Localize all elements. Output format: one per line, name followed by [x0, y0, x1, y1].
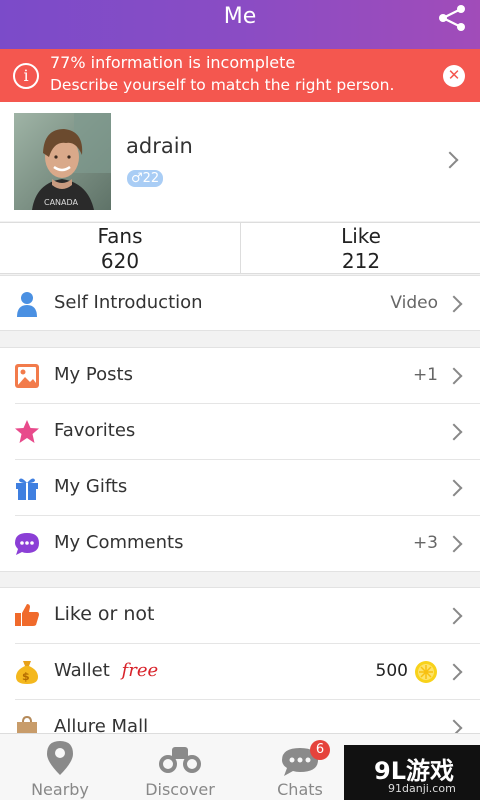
- chevron-right-icon: [445, 663, 463, 681]
- image-icon: [15, 364, 39, 388]
- banner-message: Describe yourself to match the right per…: [50, 76, 395, 94]
- posts-count: +1: [412, 365, 438, 385]
- self-introduction-row[interactable]: Self Introduction Video: [0, 276, 480, 332]
- like-count: 212: [341, 249, 381, 273]
- free-tag: free: [121, 660, 159, 681]
- gender-age-badge: ♂22: [127, 170, 164, 187]
- money-bag-icon: $: [16, 661, 38, 684]
- menu-label: My Posts: [54, 364, 133, 385]
- fans-count: 620: [100, 249, 140, 273]
- wallet-balance: 500: [375, 661, 408, 681]
- fans-label: Fans: [97, 224, 143, 248]
- chevron-right-icon: [441, 151, 459, 169]
- unread-badge: 6: [310, 740, 330, 760]
- fans-stat[interactable]: Fans 620: [0, 223, 240, 273]
- coin-icon: [415, 661, 437, 683]
- menu-label: My Gifts: [54, 476, 128, 497]
- watermark-logo: 9L游戏: [374, 757, 454, 785]
- menu-label: Wallet free: [54, 660, 158, 681]
- svg-text:CANADA: CANADA: [44, 198, 79, 207]
- location-pin-icon: [47, 741, 73, 775]
- menu-item-like-or-not[interactable]: Like or not: [0, 588, 480, 644]
- comments-count: +3: [412, 533, 438, 553]
- incomplete-info-banner[interactable]: i 77% information is incomplete Describe…: [0, 49, 480, 102]
- comment-icon: [15, 533, 39, 555]
- top-bar: Me: [0, 0, 480, 49]
- tab-label: Chats: [277, 780, 323, 799]
- like-stat[interactable]: Like 212: [241, 223, 480, 273]
- menu-item-wallet[interactable]: $ Wallet free 500: [0, 644, 480, 700]
- page-title: Me: [223, 4, 257, 29]
- stats-bar: Fans 620 Like 212: [0, 222, 480, 274]
- tab-label: Discover: [145, 780, 215, 799]
- self-introduction-section: Self Introduction Video: [0, 275, 480, 331]
- self-introduction-label: Self Introduction: [54, 292, 203, 313]
- watermark-url: 91danji.com: [388, 782, 456, 795]
- tab-chats[interactable]: 6 Chats: [240, 734, 360, 800]
- menu-label: Like or not: [54, 603, 155, 625]
- watermark: 9L游戏 91danji.com: [344, 745, 480, 800]
- menu-item-my-posts[interactable]: My Posts +1: [0, 348, 480, 404]
- content-menu-section: My Posts +1 Favorites My Gifts My Commen…: [0, 347, 480, 572]
- wallet-label: Wallet: [54, 660, 110, 681]
- chevron-right-icon: [445, 367, 463, 385]
- chevron-right-icon: [445, 479, 463, 497]
- menu-item-my-gifts[interactable]: My Gifts: [0, 460, 480, 516]
- tab-nearby[interactable]: Nearby: [0, 734, 120, 800]
- share-button[interactable]: [436, 4, 468, 32]
- banner-title: 77% information is incomplete: [50, 53, 296, 72]
- svg-text:$: $: [22, 670, 30, 683]
- chevron-right-icon: [445, 295, 463, 313]
- like-label: Like: [341, 224, 381, 248]
- close-banner-button[interactable]: ✕: [443, 65, 465, 87]
- gift-icon: [16, 478, 38, 500]
- profile-card[interactable]: CANADA adrain ♂22: [0, 102, 480, 221]
- self-introduction-value: Video: [390, 293, 438, 313]
- binoculars-icon: [159, 747, 201, 773]
- menu-item-my-comments[interactable]: My Comments +3: [0, 516, 480, 572]
- chevron-right-icon: [445, 607, 463, 625]
- tab-discover[interactable]: Discover: [120, 734, 240, 800]
- menu-label: My Comments: [54, 532, 184, 553]
- chevron-right-icon: [445, 535, 463, 553]
- thumbs-up-icon: [15, 604, 39, 626]
- tab-label: Nearby: [31, 780, 89, 799]
- avatar[interactable]: CANADA: [14, 113, 111, 210]
- chevron-right-icon: [445, 423, 463, 441]
- menu-item-favorites[interactable]: Favorites: [0, 404, 480, 460]
- username: adrain: [126, 134, 193, 158]
- info-icon: i: [13, 63, 39, 89]
- account-menu-section: Like or not $ Wallet free 500 Allure Mal…: [0, 587, 480, 740]
- share-icon: [439, 5, 465, 31]
- menu-label: Favorites: [54, 420, 136, 441]
- star-icon: [15, 420, 39, 443]
- person-icon: [17, 292, 37, 317]
